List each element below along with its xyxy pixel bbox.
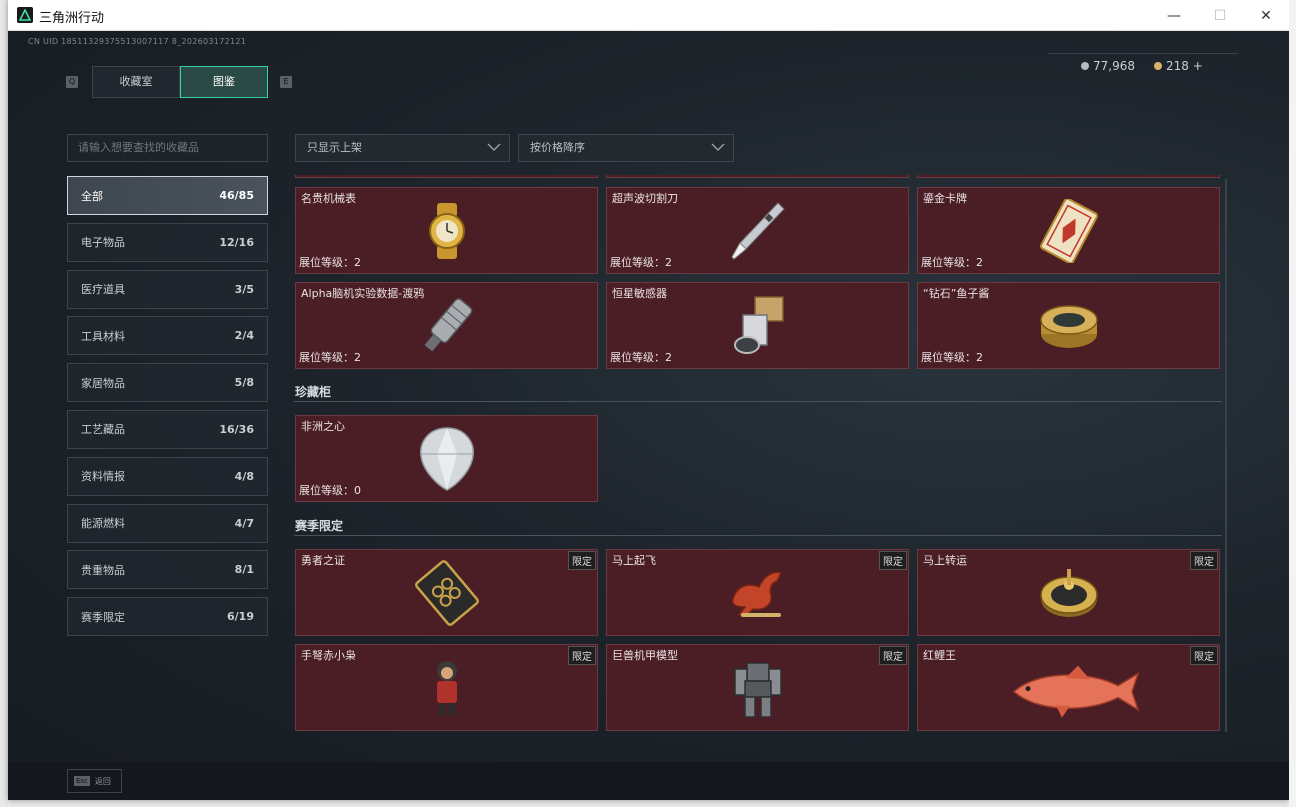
- category-item-intel[interactable]: 资料情报 4/8: [67, 456, 268, 496]
- shelf-filter-dropdown[interactable]: 只显示上架: [295, 134, 510, 162]
- title-bar: 三角洲行动 — ☐ ✕: [8, 0, 1289, 31]
- mech-icon: [733, 661, 782, 718]
- key-hint-e: E: [280, 76, 292, 88]
- item-card-gold-wheel[interactable]: 马上转运 限定: [917, 549, 1220, 636]
- category-item-household[interactable]: 家居物品 5/8: [67, 363, 268, 403]
- bottom-bar: Esc 返回: [8, 762, 1289, 800]
- watch-icon: [428, 202, 465, 259]
- limited-badge: 限定: [879, 551, 907, 570]
- back-button[interactable]: Esc 返回: [67, 769, 122, 793]
- window-title: 三角洲行动: [39, 11, 105, 26]
- uid-label: CN UID 18511329375513007117 8_2026031721…: [28, 37, 247, 46]
- item-card-horse[interactable]: 马上起飞 限定: [606, 549, 909, 636]
- limited-badge: 限定: [568, 551, 596, 570]
- item-card-cutter[interactable]: 超声波切割刀 展位等级：2: [606, 187, 909, 274]
- limited-badge: 限定: [568, 646, 596, 665]
- collection-screen: CN UID 18511329375513007117 8_2026031721…: [8, 31, 1289, 800]
- item-card-brave-badge[interactable]: 勇者之证 限定: [295, 549, 598, 636]
- category-item-season[interactable]: 赛季限定 6/19: [67, 597, 268, 637]
- section-title-season: 赛季限定: [295, 519, 344, 533]
- item-card[interactable]: [917, 175, 1220, 178]
- search-input[interactable]: 请输入想要查找的收藏品: [67, 134, 268, 162]
- item-card-gold-card[interactable]: 鎏金卡牌 展位等级：2: [917, 187, 1220, 274]
- key-hint-q: Q: [66, 76, 78, 88]
- section-divider: [294, 401, 1222, 402]
- cutter-knife-icon: [730, 201, 785, 260]
- esc-key-icon: Esc: [74, 776, 90, 786]
- item-card-diamond[interactable]: 非洲之心 展位等级：0: [295, 415, 598, 502]
- silver-currency: 77,968: [1081, 59, 1135, 73]
- item-card-star-sensor[interactable]: 恒星敏感器 展位等级：2: [606, 282, 909, 369]
- silver-coin-icon: [1081, 62, 1089, 70]
- section-divider: [294, 535, 1222, 536]
- tab-catalog[interactable]: 图鉴: [180, 66, 268, 98]
- gold-currency[interactable]: 218 +: [1154, 59, 1203, 73]
- app-logo-icon: [17, 7, 33, 23]
- desktop-edge: [1289, 0, 1296, 807]
- item-grid: 名贵机械表 展位等级：2 超声波切割刀 展位等级：2 鎏金卡牌 展位等级：2 A…: [294, 175, 1230, 735]
- item-card[interactable]: [295, 175, 598, 178]
- badge-card-icon: [414, 559, 479, 626]
- divider: [1048, 53, 1238, 54]
- limited-badge: 限定: [879, 646, 907, 665]
- chevron-down-icon: [487, 143, 501, 151]
- category-item-fuel[interactable]: 能源燃料 4/7: [67, 503, 268, 543]
- gold-wheel-icon: [1039, 568, 1098, 617]
- category-item-tools[interactable]: 工具材料 2/4: [67, 316, 268, 356]
- item-card-koi[interactable]: 红鲤王 限定: [917, 644, 1220, 731]
- gold-coin-icon: [1154, 62, 1162, 70]
- category-item-valuables[interactable]: 贵重物品 8/1: [67, 550, 268, 590]
- item-card-mech[interactable]: 巨兽机甲模型 限定: [606, 644, 909, 731]
- scrollbar[interactable]: [1225, 179, 1227, 732]
- category-item-medical[interactable]: 医疗道具 3/5: [67, 269, 268, 309]
- category-list: 全部 46/85 电子物品 12/16 医疗道具 3/5 工具材料 2/4 家居物品 5/…: [67, 176, 268, 644]
- game-window: 三角洲行动 — ☐ ✕ CN UID 18511329375513007117 …: [8, 0, 1289, 800]
- tab-bar: 收藏室 图鉴: [92, 66, 268, 98]
- category-item-crafts[interactable]: 工艺藏品 16/36: [67, 409, 268, 449]
- caviar-tin-icon: [1039, 304, 1098, 348]
- item-card-caviar[interactable]: “钻石”鱼子酱 展位等级：2: [917, 282, 1220, 369]
- limited-badge: 限定: [1190, 551, 1218, 570]
- gold-card-icon: [1039, 198, 1098, 263]
- category-item-electronics[interactable]: 电子物品 12/16: [67, 222, 268, 262]
- item-card-figure[interactable]: 手弩赤小枭 限定: [295, 644, 598, 731]
- item-card-alpha-data[interactable]: Alpha脑机实验数据-渡鸦 展位等级：2: [295, 282, 598, 369]
- maximize-button[interactable]: ☐: [1197, 0, 1243, 31]
- chevron-down-icon: [711, 143, 725, 151]
- diamond-icon: [419, 426, 474, 491]
- category-item-all[interactable]: 全部 46/85: [67, 176, 268, 215]
- limited-badge: 限定: [1190, 646, 1218, 665]
- minimize-button[interactable]: —: [1151, 0, 1197, 31]
- star-sensor-icon: [733, 295, 784, 354]
- koi-fish-icon: [1012, 665, 1139, 718]
- section-title-cabinet: 珍藏柜: [295, 385, 332, 399]
- sort-dropdown[interactable]: 按价格降序: [518, 134, 734, 162]
- item-card[interactable]: [606, 175, 909, 178]
- figure-icon: [436, 660, 457, 715]
- data-drive-icon: [424, 297, 472, 351]
- tab-collection-room[interactable]: 收藏室: [92, 66, 180, 98]
- item-card-watch[interactable]: 名贵机械表 展位等级：2: [295, 187, 598, 274]
- close-button[interactable]: ✕: [1243, 0, 1289, 31]
- horse-icon: [731, 571, 782, 618]
